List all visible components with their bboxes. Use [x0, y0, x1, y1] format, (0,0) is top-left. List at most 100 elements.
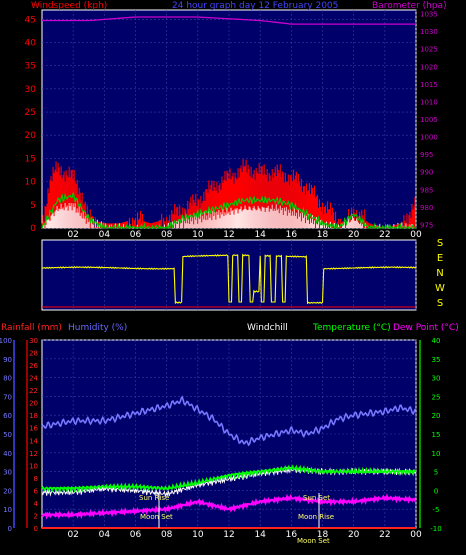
top-time-tick-label: 16: [286, 230, 298, 240]
temperature-axis-title: Temperature (°C): [312, 323, 391, 333]
rainfall-tick-label: 6: [34, 487, 39, 495]
rainfall-tick-label: 30: [29, 337, 38, 345]
windspeed-tick-label: 40: [25, 38, 37, 48]
bottom-time-tick-label: 04: [99, 530, 111, 540]
rainfall-tick-label: 8: [34, 475, 38, 483]
windspeed-tick-label: 10: [25, 178, 37, 188]
bottom-time-tick-label: 00: [410, 530, 422, 540]
rainfall-tick-label: 28: [29, 350, 38, 358]
humidity-tick-label: 0: [8, 525, 12, 533]
sun-set-label: Sun Set: [303, 494, 330, 502]
barometer-tick-label: 985: [420, 186, 433, 194]
wind-direction-letter: N: [436, 268, 443, 279]
top-time-tick-label: 20: [348, 230, 360, 240]
windspeed-tick-label: 25: [25, 108, 36, 118]
humidity-tick-label: 70: [3, 393, 12, 401]
barometer-axis-title: Barometer (hpa): [372, 1, 447, 11]
rainfall-tick-label: 16: [29, 425, 38, 433]
dewpoint-axis-title: Dew Point (°C): [393, 323, 459, 333]
humidity-tick-label: 20: [3, 487, 12, 495]
barometer-tick-label: 1000: [420, 134, 438, 142]
temperature-tick-label: -5: [433, 506, 440, 514]
rainfall-tick-label: 10: [29, 462, 38, 470]
wind-direction-letter: E: [437, 253, 443, 264]
moon-rise-label: Moon Rise: [298, 513, 334, 521]
bottom-time-axis: 02 04 06 08 10 12 14 16 18 20 22 00: [67, 530, 422, 540]
bottom-time-tick-label: 16: [286, 530, 298, 540]
top-time-axis: 02 04 06 08 10 12 14 16 18 20 22 00: [67, 230, 422, 240]
windspeed-tick-label: 0: [30, 224, 36, 234]
temperature-tick-label: 5: [434, 469, 438, 477]
rainfall-tick-label: 24: [29, 375, 38, 383]
temperature-tick-label: 20: [432, 412, 441, 420]
bottom-time-tick-label: 08: [161, 530, 173, 540]
barometer-tick-label: 1020: [420, 63, 438, 71]
wind-direction-letter: W: [435, 283, 445, 294]
rainfall-tick-label: 4: [34, 500, 39, 508]
temperature-tick-label: 15: [432, 431, 441, 439]
rainfall-tick-label: 18: [29, 412, 38, 420]
humidity-tick-label: 90: [3, 356, 12, 364]
temperature-tick-label: -10: [430, 525, 441, 533]
moon-set-label-2: Moon Set: [297, 537, 330, 545]
humidity-axis: 0 10 20 30 40 50 60 70 80 90 100: [0, 337, 15, 533]
wind-direction-axis: SENWS: [435, 238, 445, 309]
moon-set-label: Moon Set: [140, 513, 173, 521]
barometer-tick-label: 980: [420, 204, 433, 212]
temperature-tick-label: 30: [432, 375, 441, 383]
barometer-axis: 975 980 985 990 995 1000 1005 1010 1015 1020 1025 1…: [420, 11, 438, 230]
windspeed-tick-label: 5: [30, 201, 36, 211]
humidity-tick-label: 100: [0, 337, 12, 345]
barometer-tick-label: 1005: [420, 116, 438, 124]
rainfall-tick-label: 2: [34, 512, 38, 520]
bottom-time-tick-label: 22: [379, 530, 390, 540]
humidity-tick-label: 30: [3, 469, 12, 477]
windchill-title: Windchill: [247, 323, 288, 333]
windspeed-tick-label: 35: [25, 62, 36, 72]
temperature-tick-label: 25: [432, 393, 441, 401]
weather-chart: 051015202530354045 975980985990995100010…: [0, 1, 459, 545]
barometer-tick-label: 1035: [420, 11, 438, 19]
temperature-tick-label: 40: [432, 337, 441, 345]
barometer-tick-label: 990: [420, 169, 433, 177]
temperature-tick-label: 35: [432, 356, 441, 364]
windspeed-tick-label: 20: [25, 131, 37, 141]
temperature-tick-label: 10: [432, 450, 441, 458]
barometer-tick-label: 995: [420, 151, 433, 159]
rainfall-axis: 024681012141618202224262830: [26, 337, 39, 533]
windspeed-axis: 0 5 10 15 20 25 30 35 40 45: [25, 15, 37, 234]
top-time-tick-label: 10: [192, 230, 204, 240]
bottom-time-tick-label: 06: [130, 530, 142, 540]
top-time-tick-label: 18: [317, 230, 329, 240]
barometer-tick-label: 1030: [420, 28, 438, 36]
barometer-tick-label: 1015: [420, 81, 438, 89]
humidity-tick-label: 60: [3, 412, 12, 420]
bottom-time-tick-label: 12: [223, 530, 234, 540]
top-time-tick-label: 00: [410, 230, 422, 240]
bottom-time-tick-label: 14: [254, 530, 266, 540]
top-time-tick-label: 06: [130, 230, 142, 240]
temperature-axis: -10 -5 0 5 10 15 20 25 30 35 40: [419, 337, 442, 533]
top-time-tick-label: 22: [379, 230, 390, 240]
humidity-axis-title: Humidity (%): [68, 323, 127, 333]
windspeed-tick-label: 45: [25, 15, 36, 25]
rainfall-tick-label: 12: [29, 450, 38, 458]
rainfall-tick-label: 20: [29, 400, 38, 408]
top-time-tick-label: 14: [254, 230, 266, 240]
bottom-time-tick-label: 10: [192, 530, 204, 540]
bottom-time-tick-label: 20: [348, 530, 360, 540]
top-time-tick-label: 04: [99, 230, 111, 240]
rainfall-tick-label: 14: [29, 437, 38, 445]
humidity-tick-label: 50: [3, 431, 12, 439]
top-time-tick-label: 08: [161, 230, 173, 240]
barometer-tick-label: 1010: [420, 98, 438, 106]
top-time-tick-label: 02: [67, 230, 78, 240]
windspeed-tick-label: 15: [25, 154, 36, 164]
windspeed-axis-title: Windspeed (kph): [31, 1, 107, 11]
top-time-tick-label: 12: [223, 230, 234, 240]
rainfall-tick-label: 22: [29, 387, 38, 395]
wind-direction-letter: S: [437, 238, 443, 249]
wind-direction-letter: S: [437, 298, 443, 309]
bottom-time-tick-label: 02: [67, 530, 78, 540]
rainfall-tick-label: 26: [29, 362, 38, 370]
